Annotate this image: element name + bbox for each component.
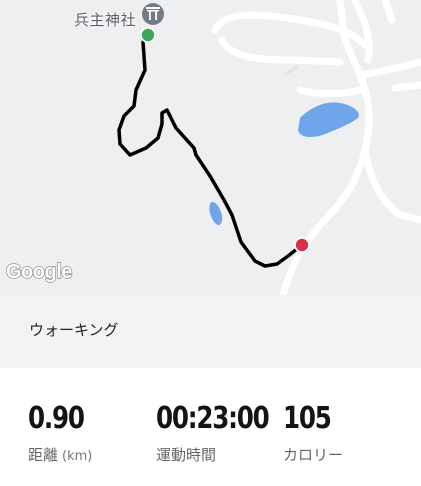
duration-label: 運動時間 [156, 446, 217, 464]
calories-value: 105 [283, 401, 332, 436]
workout-stats: 0.90 距離 (km) 00:23:00 運動時間 105 カロリー [0, 368, 421, 486]
activity-type-label: ウォーキング [29, 321, 119, 339]
place-label: 兵主神社 [74, 11, 137, 29]
route-map[interactable]: 兵主神社 Google [0, 0, 421, 295]
duration-value: 00:23:00 [156, 401, 270, 436]
duration-stat: 00:23:00 運動時間 [156, 402, 293, 465]
torii-icon[interactable] [142, 3, 164, 25]
map-minor-roads [284, 64, 299, 77]
route-line [117, 40, 304, 268]
calories-stat: 105 カロリー [283, 402, 343, 465]
distance-stat: 0.90 距離 (km) [28, 402, 96, 465]
pond-2 [209, 201, 223, 226]
end-marker[interactable] [294, 237, 310, 253]
distance-label: 距離 (km) [28, 444, 96, 465]
distance-unit: (km) [62, 449, 93, 464]
google-logo: Google [5, 260, 73, 283]
distance-value: 0.90 [28, 401, 85, 436]
activity-type-section: ウォーキング [0, 295, 421, 368]
start-marker[interactable] [140, 27, 156, 43]
calories-label: カロリー [283, 446, 344, 464]
map-canvas [117, 0, 421, 295]
distance-label-text: 距離 [28, 446, 59, 464]
pond-1 [298, 102, 359, 137]
